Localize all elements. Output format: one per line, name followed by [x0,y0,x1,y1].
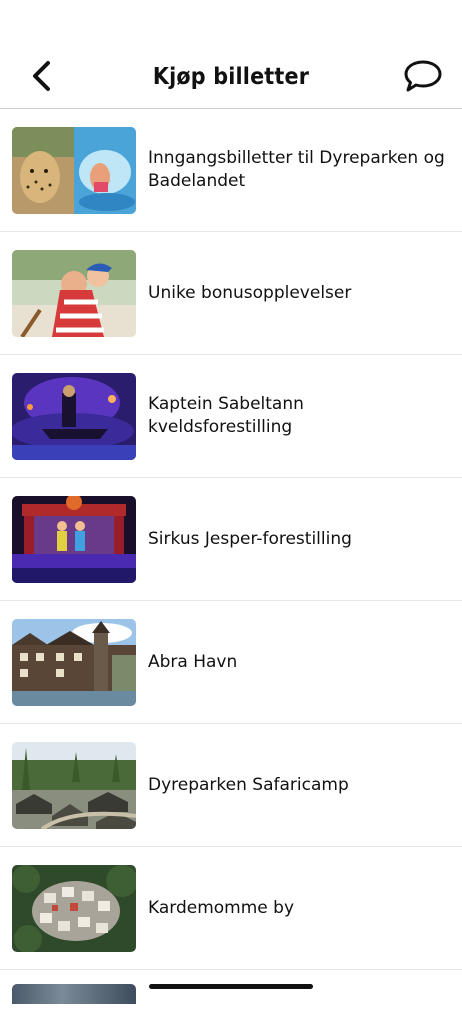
home-indicator[interactable] [149,984,313,989]
chat-button[interactable] [402,58,444,98]
list-item-partial[interactable] [0,984,462,1024]
list-item-label: Inngangsbilletter til Dyreparken og Bade… [148,148,445,191]
list-item-label: Kardemomme by [148,897,295,918]
list-item-label: Dyreparken Safaricamp [148,774,349,795]
list-item-abra-havn[interactable]: Abra Havn [0,601,462,724]
thumbnail-image [12,741,136,829]
list-item-label: Sirkus Jesper-forestilling [148,528,352,549]
thumbnail-image [12,495,136,583]
list-item-sirkus-jesper[interactable]: Sirkus Jesper-forestilling [0,478,462,601]
list-item-label: Unike bonusopplevelser [148,282,352,303]
list-item-kaptein-sabeltann[interactable]: Kaptein Sabeltann kveldsforestilling [0,355,462,478]
thumbnail-image [12,984,136,1004]
thumbnail-image [12,249,136,337]
thumbnail-image [12,126,136,214]
list-item-inngangsbilletter[interactable]: Inngangsbilletter til Dyreparken og Bade… [0,109,462,232]
thumbnail-image [12,618,136,706]
navigation-bar: Kjøp billetter [0,52,462,109]
list-item-label: Abra Havn [148,651,238,672]
status-bar [0,0,462,52]
thumbnail-image [12,864,136,952]
list-item-kardemomme-by[interactable]: Kardemomme by [0,847,462,970]
ticket-list: Inngangsbilletter til Dyreparken og Bade… [0,109,462,1024]
list-item-label: Kaptein Sabeltann kveldsforestilling [148,394,304,437]
list-item-bonusopplevelser[interactable]: Unike bonusopplevelser [0,232,462,355]
page-title: Kjøp billetter [152,64,310,90]
speech-bubble-icon [403,59,443,97]
thumbnail-image [12,372,136,460]
list-item-safaricamp[interactable]: Dyreparken Safaricamp [0,724,462,847]
